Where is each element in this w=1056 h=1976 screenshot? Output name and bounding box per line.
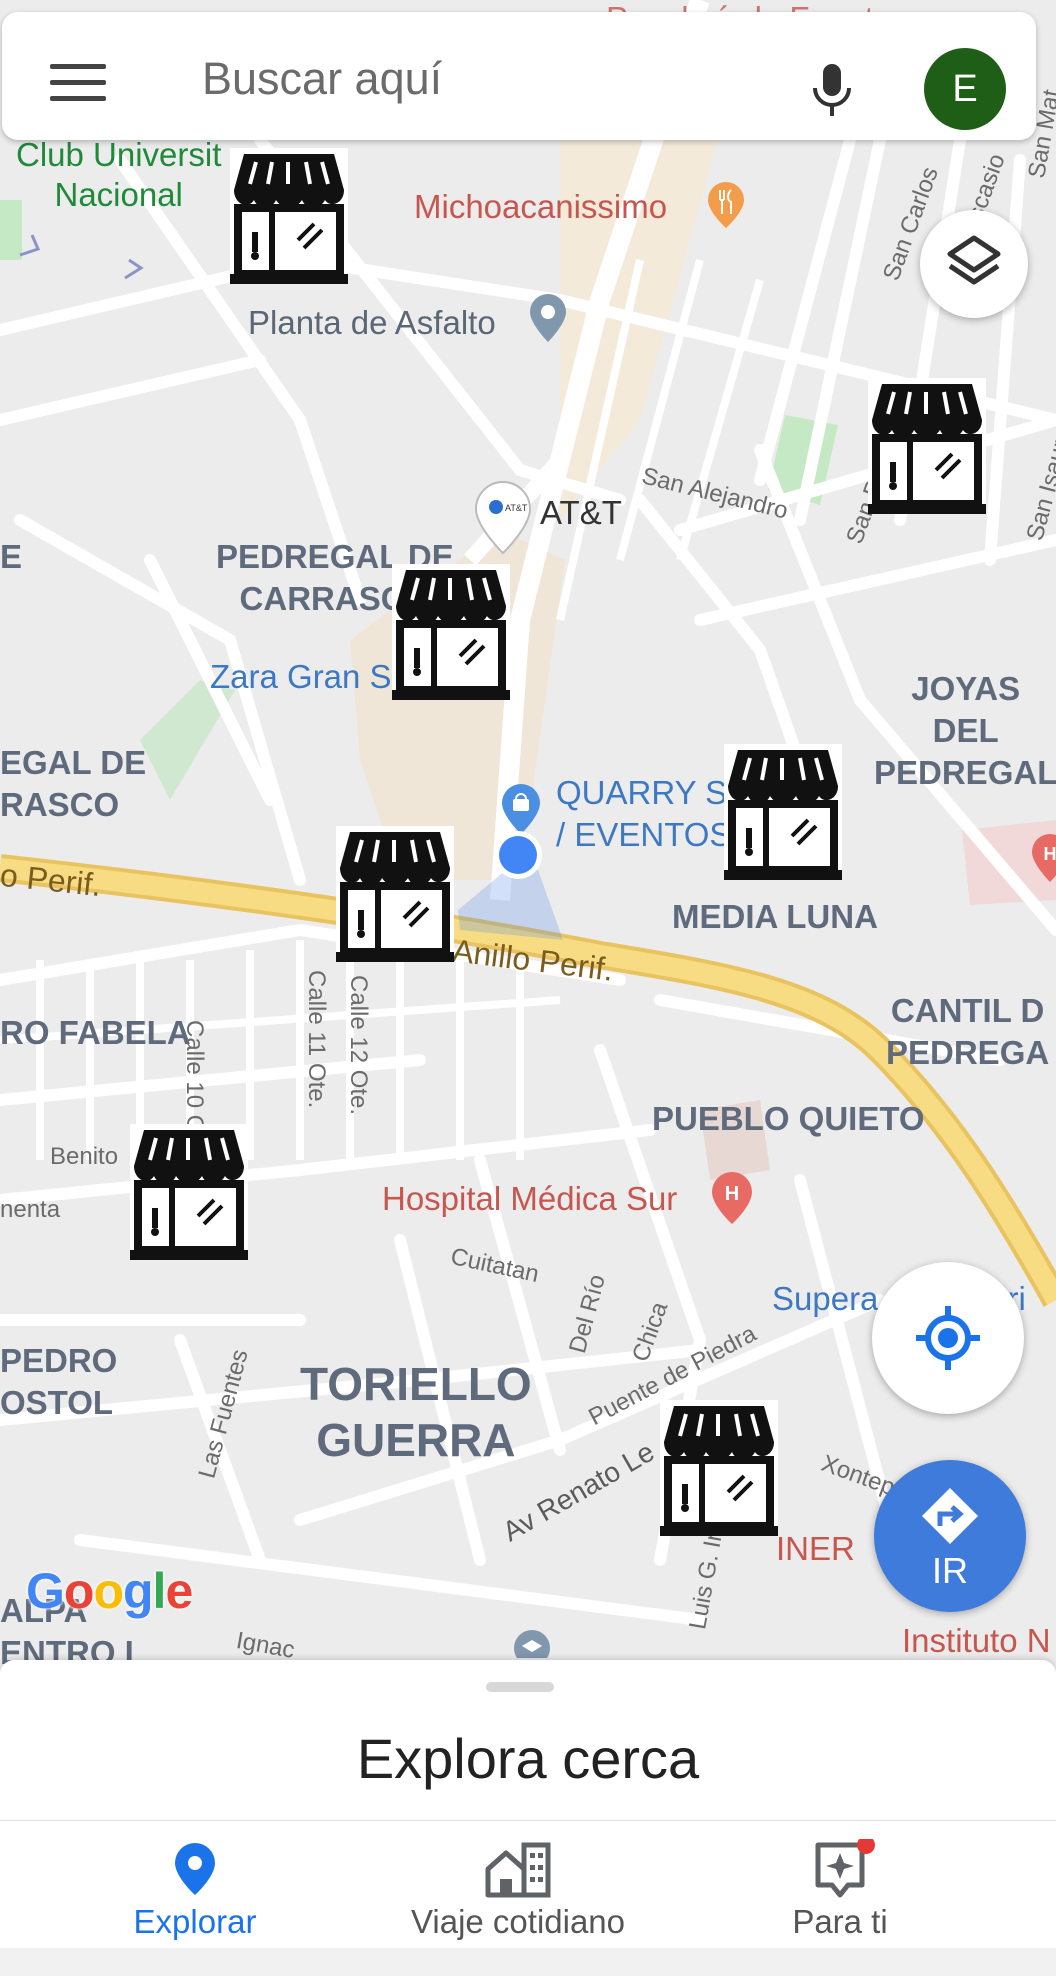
sheet-drag-handle[interactable] <box>486 1682 554 1692</box>
poi-club-universitario[interactable]: Club Universit Nacional <box>16 135 221 215</box>
area-label-cantil: CANTIL D PEDREGA <box>886 992 1050 1071</box>
sheet-title: Explora cerca <box>356 1727 700 1790</box>
poi-iner[interactable]: INER <box>776 1530 855 1568</box>
google-logo-letter: G <box>26 1563 65 1619</box>
store-marker-icon[interactable] <box>336 826 454 962</box>
layers-button[interactable] <box>920 210 1028 318</box>
school-pin-icon[interactable] <box>512 1628 552 1666</box>
directions-go-button[interactable]: IR <box>874 1460 1026 1612</box>
for-you-sparkle-icon <box>815 1839 875 1898</box>
search-bar[interactable]: E <box>2 12 1036 140</box>
google-logo-text: Google <box>26 1563 193 1619</box>
poi-superama[interactable]: Supera <box>772 1280 878 1318</box>
user-location-dot[interactable] <box>448 820 568 955</box>
area-label-pedregal-carrasco-left: EGAL DE RASCO <box>0 744 147 823</box>
store-marker-icon[interactable] <box>230 148 348 284</box>
area-label-partial: E <box>0 538 23 575</box>
poi-quarry[interactable]: QUARRY S / EVENTOS <box>556 772 731 856</box>
layers-icon <box>947 235 1001 285</box>
system-nav-strip <box>0 1948 1056 1976</box>
search-input[interactable] <box>200 48 764 110</box>
street-label-calle-12: Calle 12 Ote. <box>345 975 372 1116</box>
svg-text:H: H <box>725 1183 739 1205</box>
att-pin-icon[interactable]: AT&T <box>472 478 534 563</box>
area-label-pedro-apostol: PEDRO OSTOL <box>0 1342 118 1421</box>
google-logo: Google <box>26 1562 193 1620</box>
google-logo-letter: o <box>63 1563 95 1619</box>
explore-pin-icon <box>175 1843 215 1895</box>
restaurant-pin-icon[interactable] <box>706 180 746 235</box>
nav-tab-explore[interactable]: Explorar <box>45 1821 345 1949</box>
commute-building-icon <box>485 1842 551 1898</box>
poi-zara[interactable]: Zara Gran S <box>210 658 392 696</box>
microphone-icon[interactable] <box>810 62 854 123</box>
area-label-joyas: JOYAS DEL PEDREGAL <box>874 670 1056 791</box>
nav-tab-commute[interactable]: Viaje cotidiano <box>368 1821 668 1949</box>
hospital-pin-icon[interactable]: H <box>710 1170 754 1231</box>
svg-text:H: H <box>1044 844 1056 864</box>
store-marker-icon[interactable] <box>660 1400 778 1536</box>
street-label-calle-11: Calle 11 Ote. <box>303 970 330 1109</box>
nav-label-commute: Viaje cotidiano <box>410 1903 626 1940</box>
directions-icon <box>922 1488 978 1544</box>
bottom-sheet[interactable]: Explora cerca <box>0 1660 1056 1820</box>
area-label-media-luna: MEDIA LUNA <box>672 898 878 935</box>
poi-instituto[interactable]: Instituto N <box>902 1622 1051 1660</box>
area-label-fabela: RO FABELA <box>0 1014 191 1051</box>
my-location-button[interactable] <box>872 1262 1024 1414</box>
svg-text:AT&T: AT&T <box>505 503 528 513</box>
store-marker-icon[interactable] <box>868 378 986 514</box>
poi-att[interactable]: AT&T <box>540 494 622 532</box>
nav-label-explore: Explorar <box>133 1903 257 1940</box>
avatar[interactable]: E <box>924 48 1006 130</box>
area-label-pueblo-quieto: PUEBLO QUIETO <box>652 1100 925 1137</box>
go-label: IR <box>932 1550 968 1591</box>
google-logo-letter: e <box>165 1563 193 1619</box>
place-pin-icon[interactable] <box>528 292 568 349</box>
area-label-toriello: TORIELLO GUERRA <box>300 1358 532 1466</box>
nav-label-for-you: Para ti <box>792 1903 888 1940</box>
menu-icon[interactable] <box>50 64 106 104</box>
nav-tab-for-you[interactable]: Para ti <box>690 1821 990 1949</box>
poi-planta-asfalto[interactable]: Planta de Asfalto <box>248 304 496 342</box>
store-marker-icon[interactable] <box>392 564 510 700</box>
google-logo-letter: l <box>152 1563 167 1619</box>
street-label-benito: Benito <box>50 1143 119 1170</box>
google-logo-letter: g <box>123 1563 154 1619</box>
street-label-menta: nenta <box>0 1196 61 1223</box>
google-logo-letter: o <box>93 1563 124 1619</box>
poi-michoacanissimo[interactable]: Michoacanissimo <box>414 188 667 226</box>
bottom-navigation: Explorar Viaje cotidiano Para ti <box>0 1820 1056 1949</box>
poi-hospital-medica-sur[interactable]: Hospital Médica Sur <box>382 1180 677 1218</box>
hospital-pin-icon-right[interactable]: H <box>1030 832 1056 889</box>
crosshair-icon <box>916 1306 980 1370</box>
store-marker-icon[interactable] <box>130 1124 248 1260</box>
store-marker-icon[interactable] <box>724 744 842 880</box>
